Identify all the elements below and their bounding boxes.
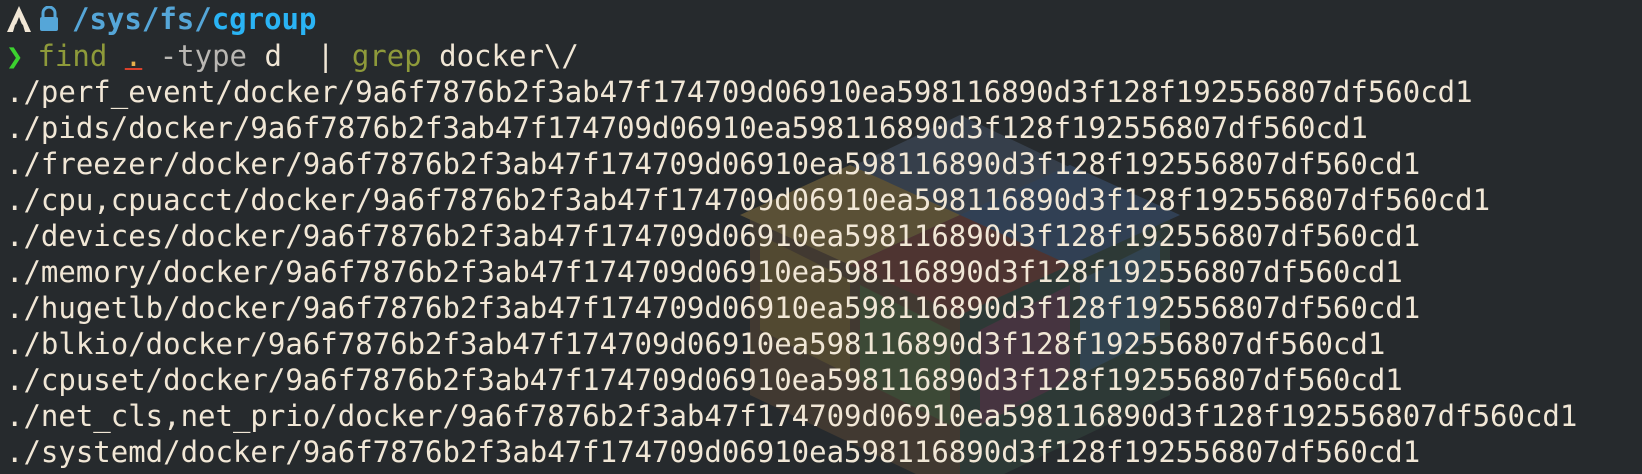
output-line: ./memory/docker/9a6f7876b2f3ab47f174709d… — [6, 255, 1403, 289]
path-segment-fs: fs — [159, 2, 195, 36]
command-find: find — [37, 39, 108, 73]
output-line: ./cpu,cpuacct/docker/9a6f7876b2f3ab47f17… — [6, 183, 1491, 217]
path-separator: / — [194, 2, 212, 36]
command-output: ./perf_event/docker/9a6f7876b2f3ab47f174… — [6, 74, 1642, 470]
command-grep: grep — [351, 39, 422, 73]
output-line: ./pids/docker/9a6f7876b2f3ab47f174709d06… — [6, 111, 1368, 145]
path-segment-sys: sys — [89, 2, 142, 36]
path-separator: / — [141, 2, 160, 36]
output-line: ./cpuset/docker/9a6f7876b2f3ab47f174709d… — [6, 363, 1403, 397]
command-flag-type: -type — [159, 39, 248, 73]
command-pipe: | — [316, 39, 335, 73]
output-line: ./hugetlb/docker/9a6f7876b2f3ab47f174709… — [6, 291, 1421, 325]
output-line: ./perf_event/docker/9a6f7876b2f3ab47f174… — [6, 75, 1473, 109]
lock-icon — [40, 6, 58, 31]
command-line[interactable]: ❯ find . -type d | grep docker\/ — [6, 38, 1642, 74]
command-arg-d: d — [264, 39, 282, 73]
prompt-line: / sys / fs / cgroup — [6, 0, 1642, 38]
path-prefix: / — [72, 2, 90, 36]
command-grep-arg: docker\/ — [439, 39, 579, 73]
output-line: ./net_cls,net_prio/docker/9a6f7876b2f3ab… — [6, 399, 1578, 433]
prompt-chevron-icon: ❯ — [6, 39, 24, 73]
output-line: ./blkio/docker/9a6f7876b2f3ab47f174709d0… — [6, 327, 1386, 361]
arch-logo-icon — [7, 6, 31, 32]
command-arg-dot: . — [124, 39, 143, 73]
output-line: ./systemd/docker/9a6f7876b2f3ab47f174709… — [6, 435, 1421, 469]
path-current-dir: cgroup — [211, 2, 317, 36]
output-line: ./devices/docker/9a6f7876b2f3ab47f174709… — [6, 219, 1421, 253]
output-line: ./freezer/docker/9a6f7876b2f3ab47f174709… — [6, 147, 1421, 181]
terminal-window[interactable]: / sys / fs / cgroup ❯ find . -type d | grep do… — [0, 0, 1642, 474]
